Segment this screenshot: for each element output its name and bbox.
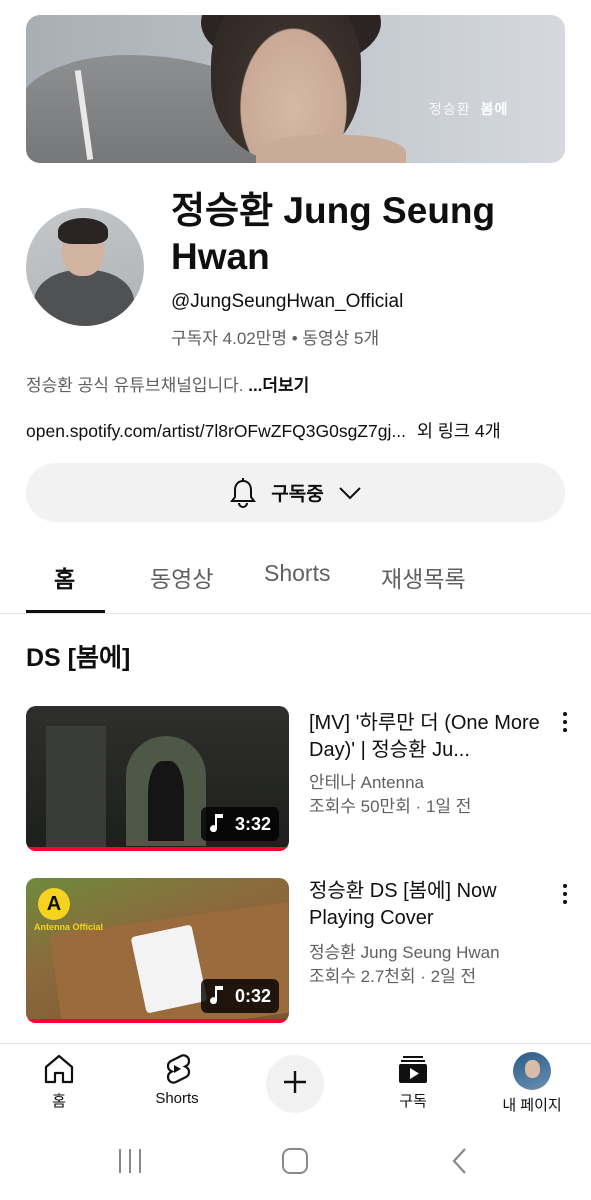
nav-you[interactable]: 내 페이지 bbox=[482, 1052, 582, 1115]
create-button[interactable] bbox=[266, 1055, 324, 1113]
duration-text: 0:32 bbox=[234, 985, 271, 1006]
nav-shorts-label: Shorts bbox=[155, 1090, 199, 1107]
antenna-logo-icon: A bbox=[38, 888, 70, 920]
subscribe-button[interactable]: 구독중 bbox=[26, 463, 565, 522]
video-thumbnail[interactable]: A Antenna Official 0:32 bbox=[26, 878, 289, 1023]
banner-artist-text: 정승환 bbox=[429, 101, 471, 117]
thumb-person bbox=[148, 761, 184, 841]
recent-apps-icon[interactable] bbox=[116, 1147, 144, 1180]
subscribe-label: 구독중 bbox=[271, 484, 324, 505]
tab-shorts[interactable]: Shorts bbox=[264, 560, 330, 587]
duration-badge: 0:32 bbox=[200, 979, 279, 1013]
system-nav-bar bbox=[0, 1125, 591, 1200]
nav-you-label: 내 페이지 bbox=[502, 1097, 562, 1114]
subscriptions-icon bbox=[363, 1052, 463, 1086]
channel-stats: 구독자 4.02만명 • 동영상 5개 bbox=[171, 329, 380, 348]
home-button-icon[interactable] bbox=[281, 1147, 309, 1180]
nav-home-label: 홈 bbox=[52, 1093, 66, 1110]
banner-album-text: 봄에 bbox=[480, 101, 509, 117]
tab-videos[interactable]: 동영상 bbox=[150, 560, 213, 594]
video-meta: 조회수 2.7천회 · 2일 전 bbox=[309, 967, 477, 986]
avatar-hair bbox=[58, 218, 108, 244]
antenna-logo-text: Antenna Official bbox=[34, 922, 104, 932]
channel-avatar[interactable] bbox=[26, 208, 144, 326]
watch-progress-bar bbox=[26, 847, 289, 851]
channel-banner: 정승환 봄에 bbox=[26, 15, 565, 163]
more-options-icon[interactable] bbox=[556, 882, 574, 908]
video-title[interactable]: 정승환 DS [봄에] Now Playing Cover bbox=[309, 878, 549, 932]
channel-handle: @JungSeungHwan_Official bbox=[171, 291, 404, 312]
more-options-icon[interactable] bbox=[556, 710, 574, 736]
plus-icon bbox=[281, 1068, 309, 1101]
video-meta: 조회수 50만회 · 1일 전 bbox=[309, 797, 472, 816]
bell-icon bbox=[229, 477, 257, 508]
video-title[interactable]: [MV] '하루만 더 (One More Day)' | 정승환 Ju... bbox=[309, 710, 549, 764]
avatar-body bbox=[34, 270, 134, 326]
description-text: 정승환 공식 유튜브채널입니다. bbox=[26, 376, 244, 395]
profile-avatar-face bbox=[525, 1060, 540, 1078]
channel-description[interactable]: 정승환 공식 유튜브채널입니다. ...더보기 bbox=[26, 371, 309, 396]
channel-name: 정승환 Jung Seung Hwan bbox=[171, 190, 496, 277]
description-more-link[interactable]: ...더보기 bbox=[248, 376, 309, 395]
video-item[interactable]: A Antenna Official 0:32 정승환 DS [봄에] Now … bbox=[26, 878, 575, 1023]
nav-home[interactable]: 홈 bbox=[9, 1052, 109, 1111]
nav-shorts[interactable]: Shorts bbox=[127, 1052, 227, 1107]
channel-links[interactable]: open.spotify.com/artist/7l8rOFwZFQ3G0sgZ… bbox=[26, 418, 501, 443]
tab-playlists[interactable]: 재생목록 bbox=[381, 560, 466, 594]
banner-figure-hands bbox=[256, 135, 406, 163]
thumb-pillar bbox=[46, 726, 106, 851]
tab-home[interactable]: 홈 bbox=[54, 560, 75, 594]
shorts-icon bbox=[127, 1052, 227, 1086]
chevron-down-icon bbox=[338, 486, 362, 500]
duration-text: 3:32 bbox=[234, 813, 271, 834]
watch-progress-bar bbox=[26, 1019, 289, 1023]
section-title: DS [봄에] bbox=[26, 644, 131, 672]
bottom-nav: 홈 Shorts 구독 내 페이지 bbox=[0, 1043, 591, 1125]
active-tab-indicator bbox=[26, 610, 105, 613]
music-note-icon bbox=[209, 812, 225, 837]
duration-badge: 3:32 bbox=[200, 807, 279, 841]
nav-subscriptions[interactable]: 구독 bbox=[363, 1052, 463, 1111]
music-note-icon bbox=[209, 984, 225, 1009]
profile-avatar bbox=[513, 1052, 551, 1090]
nav-subscriptions-label: 구독 bbox=[399, 1093, 427, 1110]
video-item[interactable]: 3:32 [MV] '하루만 더 (One More Day)' | 정승환 J… bbox=[26, 706, 575, 851]
home-icon bbox=[9, 1052, 109, 1086]
channel-tabs: 홈 동영상 Shorts 재생목록 bbox=[0, 538, 591, 614]
video-thumbnail[interactable]: 3:32 bbox=[26, 706, 289, 851]
video-channel: 안테나 Antenna bbox=[309, 773, 424, 792]
channel-link-url[interactable]: open.spotify.com/artist/7l8rOFwZFQ3G0sgZ… bbox=[26, 421, 406, 441]
channel-link-more[interactable]: 외 링크 4개 bbox=[417, 421, 501, 441]
banner-text: 정승환 봄에 bbox=[429, 99, 508, 119]
video-channel: 정승환 Jung Seung Hwan bbox=[309, 943, 500, 962]
back-icon[interactable] bbox=[450, 1147, 470, 1180]
